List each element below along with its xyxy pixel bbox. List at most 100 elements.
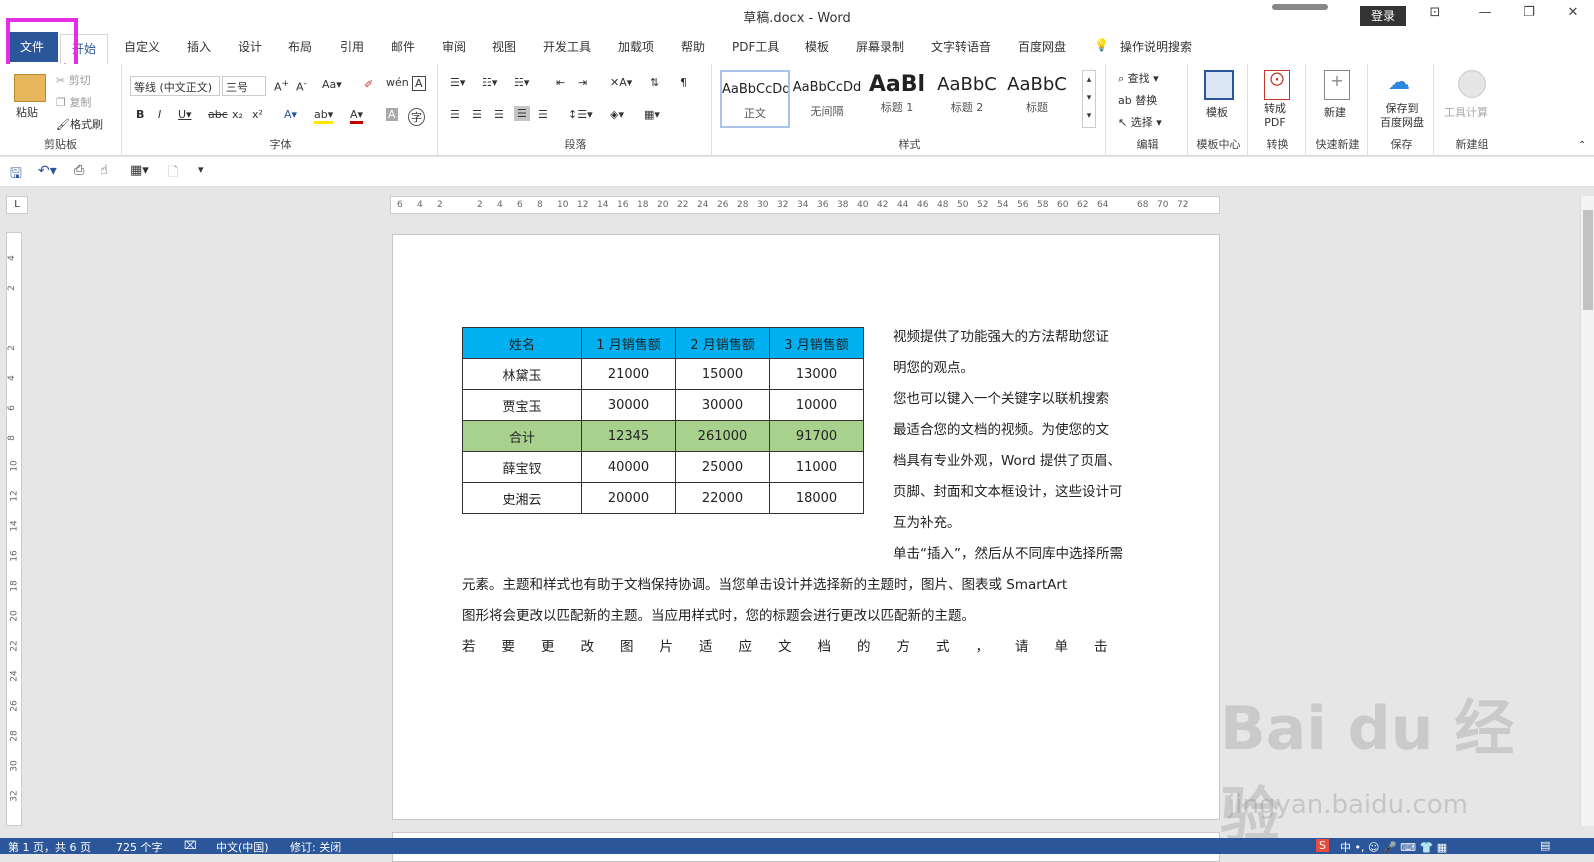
tab-stop-selector[interactable]: L <box>6 196 28 214</box>
align-right-icon[interactable]: ☰ <box>494 108 504 121</box>
decrease-indent-icon[interactable]: ⇤ <box>556 76 565 89</box>
template-button[interactable]: 模板 <box>1206 104 1228 120</box>
phonetic-guide-icon[interactable]: wén <box>386 76 409 89</box>
sort-icon[interactable]: ⇅ <box>650 76 659 89</box>
text-effects-icon[interactable]: A▾ <box>284 108 297 121</box>
table-cell[interactable]: 13000 <box>769 358 864 390</box>
table-cell[interactable]: 史湘云 <box>462 482 582 514</box>
table-cell[interactable]: 20000 <box>581 482 676 514</box>
paste-button[interactable]: 粘贴 <box>16 104 38 120</box>
tab-mailings[interactable]: 邮件 <box>391 38 415 55</box>
replace-button[interactable]: ab 替换 <box>1118 92 1157 108</box>
tab-baidu-netdisk[interactable]: 百度网盘 <box>1018 38 1066 55</box>
font-size-select[interactable]: 三号 <box>222 76 266 96</box>
scroll-thumb[interactable] <box>1583 210 1593 310</box>
shrink-font-icon[interactable]: A- <box>296 78 307 94</box>
pdf-icon[interactable]: ⨀ <box>1264 70 1290 100</box>
table-cell[interactable]: 21000 <box>581 358 676 390</box>
table-cell[interactable]: 91700 <box>769 420 864 452</box>
new-doc-icon[interactable]: + <box>1324 70 1350 100</box>
restore-button[interactable]: ❐ <box>1514 5 1544 25</box>
tab-view[interactable]: 视图 <box>492 38 516 55</box>
login-button[interactable]: 登录 <box>1360 6 1406 26</box>
language-indicator[interactable]: 中文(中国) <box>216 839 269 855</box>
italic-icon[interactable]: I <box>158 108 161 121</box>
table-cell[interactable]: 合计 <box>462 420 582 452</box>
table-cell[interactable]: 15000 <box>675 358 770 390</box>
clear-format-icon[interactable]: ✐ <box>364 78 373 91</box>
cut-button[interactable]: ✂ 剪切 <box>56 72 91 88</box>
print-preview-icon[interactable]: ⎙ <box>74 163 84 178</box>
minimize-button[interactable]: — <box>1470 5 1500 25</box>
style-heading-2[interactable]: AaBbC 标题 2 <box>932 70 1002 128</box>
style-heading-1[interactable]: AaBl 标题 1 <box>862 70 932 128</box>
subscript-icon[interactable]: x₂ <box>232 108 243 121</box>
enclose-char-icon[interactable]: 字 <box>408 108 425 126</box>
baidu-cloud-icon[interactable]: ☁ <box>1388 70 1410 95</box>
bullets-icon[interactable]: ☰▾ <box>450 76 465 89</box>
bold-icon[interactable]: B <box>136 108 144 121</box>
print-layout-icon[interactable]: ▤ <box>1540 839 1550 852</box>
distributed-icon[interactable]: ☰ <box>538 108 548 121</box>
tab-layout[interactable]: 布局 <box>288 38 312 55</box>
table-cell[interactable]: 25000 <box>675 451 770 483</box>
ribbon-display-icon[interactable]: ⊡ <box>1420 5 1450 25</box>
table-cell[interactable]: 10000 <box>769 389 864 421</box>
superscript-icon[interactable]: x² <box>252 108 263 121</box>
tab-addins[interactable]: 加载项 <box>618 38 654 55</box>
ime-logo-icon[interactable]: S <box>1316 839 1329 852</box>
collapse-ribbon-icon[interactable]: ⌃ <box>1578 140 1586 151</box>
template-icon[interactable] <box>1204 70 1234 100</box>
table-cell[interactable]: 261000 <box>675 420 770 452</box>
table-header-cell[interactable]: 2 月销售额 <box>675 327 770 359</box>
table-cell[interactable]: 11000 <box>769 451 864 483</box>
align-left-icon[interactable]: ☰ <box>450 108 460 121</box>
page-count[interactable]: 第 1 页，共 6 页 <box>8 839 91 855</box>
justify-icon[interactable]: ☰ <box>514 106 530 121</box>
tab-design[interactable]: 设计 <box>238 38 262 55</box>
new-file-icon[interactable]: 🗋 <box>168 163 178 185</box>
new-button[interactable]: 新建 <box>1324 104 1346 120</box>
tab-pdf-tools[interactable]: PDF工具 <box>732 38 779 55</box>
save-icon[interactable]: 🖫 <box>10 163 22 187</box>
numbering-icon[interactable]: ☷▾ <box>482 76 497 89</box>
vertical-ruler[interactable]: 4 2 2 4 6 8 10 12 14 16 18 20 22 24 26 28 30 32 <box>6 232 22 826</box>
increase-indent-icon[interactable]: ⇥ <box>578 76 587 89</box>
char-shading-icon[interactable]: A <box>386 108 398 121</box>
tab-templates[interactable]: 模板 <box>805 38 829 55</box>
table-cell[interactable]: 30000 <box>675 389 770 421</box>
font-name-select[interactable]: 等线 (中文正文) <box>130 76 220 96</box>
save-to-netdisk-button[interactable]: 保存到 百度网盘 <box>1374 102 1430 130</box>
table-header-cell[interactable]: 1 月销售额 <box>581 327 676 359</box>
font-color-icon[interactable]: A▾ <box>350 108 364 124</box>
sales-table[interactable]: 姓名 1 月销售额 2 月销售额 3 月销售额 林黛玉 21000 15000 … <box>462 327 864 514</box>
word-count[interactable]: 725 个字 <box>116 839 163 855</box>
highlight-icon[interactable]: ab▾ <box>314 108 334 124</box>
convert-pdf-button[interactable]: 转成 PDF <box>1264 102 1286 130</box>
table-cell[interactable]: 30000 <box>581 389 676 421</box>
change-case-icon[interactable]: Aa▾ <box>322 78 342 91</box>
track-changes-status[interactable]: 修订: 关闭 <box>290 839 341 855</box>
table-cell[interactable]: 林黛玉 <box>462 358 582 390</box>
table-cell[interactable]: 40000 <box>581 451 676 483</box>
table-cell[interactable]: 22000 <box>675 482 770 514</box>
find-button[interactable]: ⌕ 查找 ▾ <box>1118 70 1159 86</box>
undo-icon[interactable]: ↶▾ <box>38 163 57 179</box>
table-cell[interactable]: 12345 <box>581 420 676 452</box>
show-marks-icon[interactable]: ¶ <box>680 76 687 89</box>
shading-icon[interactable]: ◈▾ <box>610 108 624 121</box>
table-cell[interactable]: 18000 <box>769 482 864 514</box>
tab-screen-record[interactable]: 屏幕录制 <box>856 38 904 55</box>
proofing-icon[interactable]: ⌧ <box>184 839 197 852</box>
style-normal[interactable]: AaBbCcDd 正文 <box>720 70 790 128</box>
char-border-icon[interactable]: A <box>412 76 426 91</box>
tab-developer[interactable]: 开发工具 <box>543 38 591 55</box>
layout-icon[interactable]: ▦▾ <box>130 163 149 178</box>
tab-help[interactable]: 帮助 <box>681 38 705 55</box>
format-painter-button[interactable]: 🖌格式刷 <box>56 116 103 132</box>
customize-qat-icon[interactable]: ▾ <box>198 163 204 176</box>
underline-icon[interactable]: U▾ <box>178 108 192 121</box>
horizontal-ruler[interactable]: 6 4 2 2 4 6 8 10 12 14 16 18 20 22 24 26 28 30 32 34 36 38 40 4… <box>390 196 1220 214</box>
chinese-layout-icon[interactable]: ✕A▾ <box>610 76 632 89</box>
styles-scroll-icon[interactable]: ▴ ▾ ▾ <box>1082 70 1096 128</box>
